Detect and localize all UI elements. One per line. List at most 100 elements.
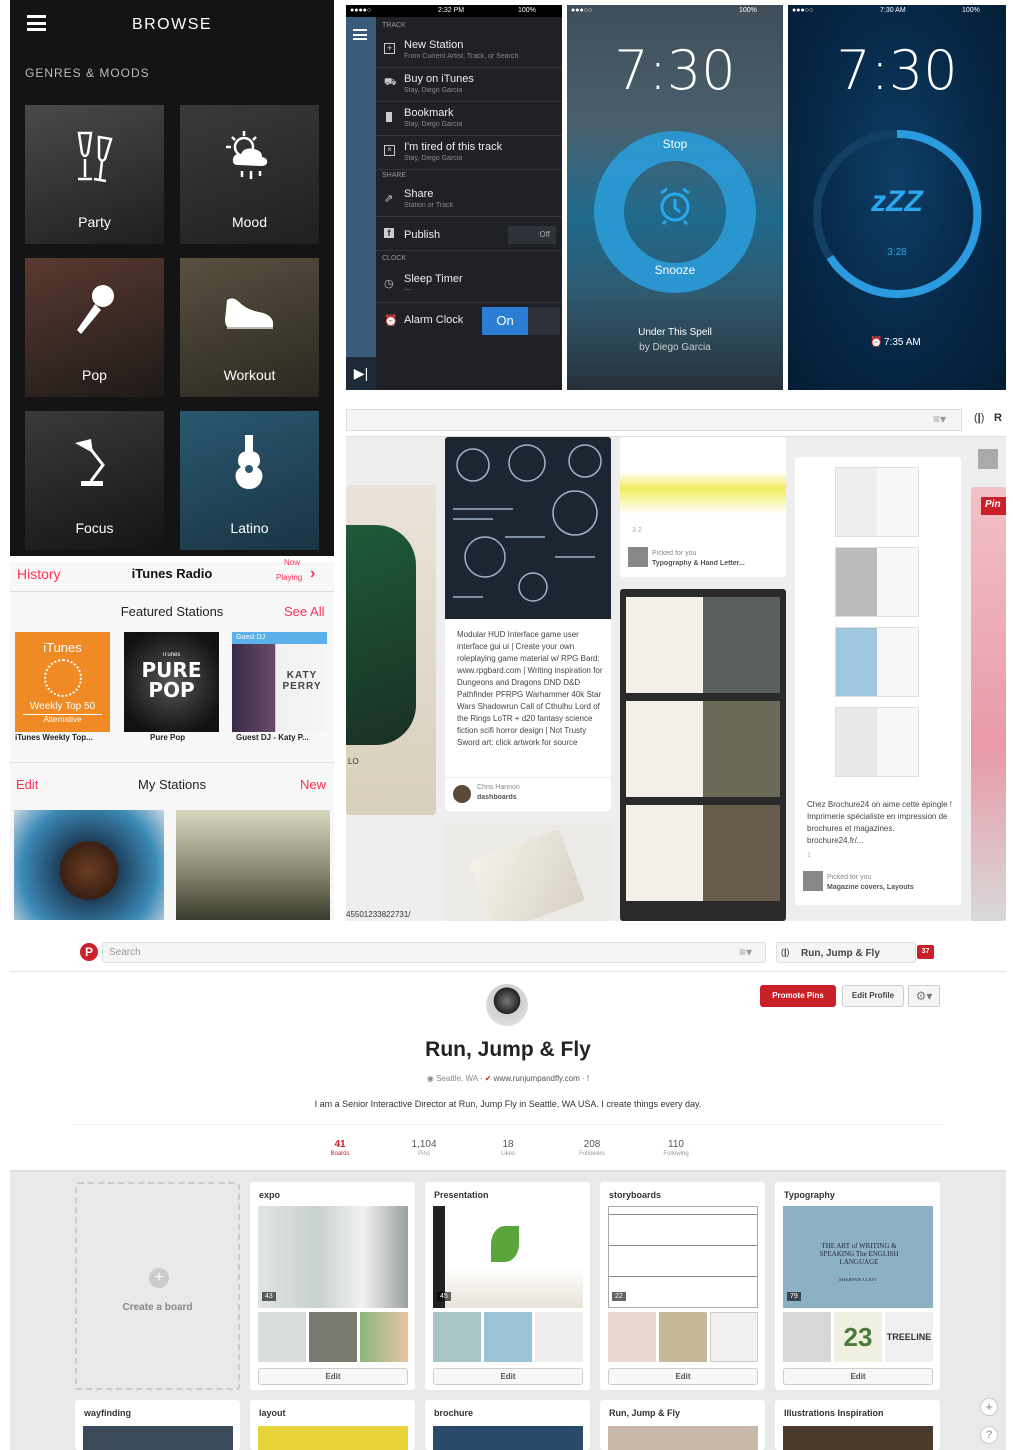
stat-boards[interactable]: 41 Boards [310, 1139, 370, 1157]
tile-pop[interactable]: Pop [25, 258, 164, 397]
thumb-icon [628, 547, 648, 567]
publish-toggle[interactable]: Off [508, 226, 556, 244]
board-card-expo[interactable]: expo 43 Edit [250, 1182, 415, 1390]
menu-item-new-station[interactable]: + New Station From Current Artist, Track, … [376, 34, 562, 68]
board-card-typography[interactable]: Typography THE ART of WRITING & SPEAKING… [775, 1182, 940, 1390]
board-card[interactable]: brochure [425, 1400, 590, 1450]
board-title: expo [259, 1190, 281, 1200]
signal-icon: ●●●○○ [792, 7, 814, 14]
board-card-presentation[interactable]: Presentation 45 Edit [425, 1182, 590, 1390]
board-title: wayfinding [84, 1408, 131, 1418]
pin-card-brochure[interactable]: Chez Brochure24 on aime cette épingle ! … [795, 457, 961, 905]
stat-likes[interactable]: 18 Likes [478, 1139, 538, 1157]
pin-card-hand[interactable]: LO [346, 485, 436, 815]
now-playing-line2[interactable]: Playing [276, 573, 302, 582]
list-menu-icon[interactable]: ≡▾ [933, 412, 946, 426]
top-bar: ≡▾ (|) R [346, 403, 1006, 437]
timer-icon: ◷ [384, 278, 394, 290]
settings-gear-icon[interactable]: ⚙▾ [908, 985, 940, 1007]
now-playing-line1[interactable]: Now [284, 558, 300, 567]
station-cover-weekly[interactable]: iTunes Weekly Top 50 Alternative [15, 632, 110, 732]
station-cover-katy-perry[interactable]: Guest DJ KATY PERRY [232, 632, 327, 732]
tile-workout[interactable]: Workout [180, 258, 319, 397]
board-card[interactable]: layout [250, 1400, 415, 1450]
menu-item-bookmark[interactable]: Bookmark Stay, Diego Garcia [376, 102, 562, 136]
tile-latino[interactable]: Latino [180, 411, 319, 550]
thumb-word-art: TREELINE [886, 1332, 932, 1342]
pin-card-pink[interactable]: Pin [971, 487, 1006, 921]
board-cover [608, 1426, 758, 1450]
stop-button[interactable]: Stop [567, 137, 783, 151]
alarm-toggle[interactable]: On [482, 307, 560, 335]
pin-card-hud[interactable]: Modular HUD Interface game user interfac… [445, 437, 611, 811]
book-cover-author: SHERWIN CODY [839, 1278, 877, 1283]
notification-badge[interactable]: 37 [917, 945, 934, 959]
radio-waves-icon [43, 659, 82, 697]
board-edit-button[interactable]: Edit [608, 1368, 758, 1385]
my-station-cover[interactable] [176, 810, 330, 920]
website-link[interactable]: www.runjumpandfly.com [494, 1074, 580, 1083]
board-thumb [535, 1312, 583, 1362]
menu-item-title: Buy on iTunes [404, 73, 474, 85]
chevron-right-icon[interactable]: › [310, 565, 315, 583]
tile-focus[interactable]: Focus [25, 411, 164, 550]
menu-item-sub: From Current Artist, Track, or Search [404, 53, 519, 60]
menu-item-share[interactable]: ⇗ Share Station or Track [376, 183, 562, 217]
pinterest-logo-icon[interactable]: P [80, 943, 98, 961]
my-station-cover[interactable] [14, 810, 164, 920]
board-edit-button[interactable]: Edit [433, 1368, 583, 1385]
pin-card-layout-book[interactable] [620, 589, 786, 921]
pin-card-notebook[interactable] [445, 823, 611, 921]
board-edit-button[interactable]: Edit [783, 1368, 933, 1385]
board-card[interactable]: Run, Jump & Fly [600, 1400, 765, 1450]
song-title: Under This Spell [638, 327, 712, 338]
pin-it-badge[interactable]: Pin [981, 497, 1006, 515]
stat-followers[interactable]: 208 Followers [562, 1139, 622, 1157]
hand-art [346, 525, 416, 745]
menu-item-tired-track[interactable]: × I'm tired of this track Stay, Diego Garc… [376, 136, 562, 170]
help-icon[interactable]: ? [980, 1426, 998, 1444]
alarm-at: 7:35 AM [884, 337, 921, 348]
list-menu-icon[interactable]: ≡▾ [739, 945, 752, 959]
snooze-button[interactable]: Snooze [567, 263, 783, 277]
repin-count: 1 [807, 852, 811, 859]
hamburger-menu-icon[interactable] [353, 29, 367, 40]
board-cover [83, 1426, 233, 1450]
champagne-icon [77, 131, 113, 183]
tile-mood[interactable]: Mood [180, 105, 319, 244]
create-board-card[interactable]: + Create a board [75, 1182, 240, 1390]
station-cover-pure-pop[interactable]: iTunes PURE POP [124, 632, 219, 732]
leaf-graphic [491, 1226, 519, 1262]
side-strip: ▶| [346, 17, 376, 390]
stat-pins[interactable]: 1,104 Pins [394, 1139, 454, 1157]
edit-profile-button[interactable]: Edit Profile [842, 985, 904, 1007]
menu-item-buy-itunes[interactable]: ⛟ Buy on iTunes Stay, Diego Garcia [376, 68, 562, 102]
facebook-icon[interactable]: · f [582, 1074, 589, 1083]
profile-button[interactable]: (|) Run, Jump & Fly [776, 942, 916, 963]
pin-card-typography[interactable]: 3 2 Picked for you Typography & Hand Let… [620, 437, 786, 577]
board-thumb [258, 1312, 306, 1362]
stat-following[interactable]: 110 Following [646, 1139, 706, 1157]
new-station-button[interactable]: New [300, 777, 326, 792]
menu-item-sub: Stay, Diego Garcia [404, 121, 463, 128]
menu-item-sleep-timer[interactable]: ◷ Sleep Timer --- [376, 265, 562, 303]
see-all-link[interactable]: See All [284, 604, 324, 619]
search-input[interactable]: Search ≡▾ [102, 942, 766, 963]
board-card[interactable]: wayfinding [75, 1400, 240, 1450]
status-time: 2:32 PM [438, 7, 465, 14]
board-card[interactable]: Illustrations Inspiration [775, 1400, 940, 1450]
pin-grid-screen: ≡▾ (|) R LO 45501233822731/ Modular HUD … [346, 403, 1006, 921]
cover-title: iTunes [43, 640, 82, 655]
menu-item-publish[interactable]: f Publish Off [376, 217, 562, 251]
add-floating-icon[interactable]: + [980, 1398, 998, 1416]
account-initial[interactable]: R [994, 412, 1002, 424]
board-edit-button[interactable]: Edit [258, 1368, 408, 1385]
board-card-storyboards[interactable]: storyboards 22 Edit [600, 1182, 765, 1390]
search-bar[interactable]: ≡▾ [346, 409, 962, 431]
promote-pins-button[interactable]: Promote Pins [760, 985, 836, 1007]
cover-title: KATY PERRY [282, 670, 322, 692]
menu-item-alarm-clock[interactable]: ⏰ Alarm Clock On [376, 303, 562, 341]
create-board-label: Create a board [122, 1302, 193, 1313]
tile-party[interactable]: Party [25, 105, 164, 244]
play-next-icon[interactable]: ▶| [346, 357, 376, 390]
